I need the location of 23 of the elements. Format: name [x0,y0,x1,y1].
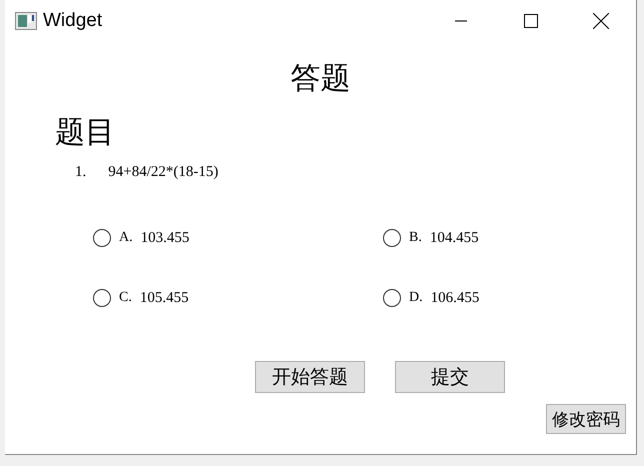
option-value: 105.455 [140,290,189,306]
start-button[interactable]: 开始答题 [255,361,365,393]
radio-button[interactable] [93,289,111,307]
page-heading: 答题 [290,62,350,95]
option-letter: C. [119,290,132,306]
radio-button[interactable] [383,229,401,247]
window-title: Widget [43,10,104,32]
question-number: 1. [75,164,86,181]
option-value: 104.455 [430,230,479,246]
radio-button[interactable] [93,229,111,247]
option-letter: D. [409,290,423,306]
close-icon[interactable] [593,13,609,29]
option-letter: B. [409,230,422,246]
question-text: 94+84/22*(18-15) [108,164,218,181]
radio-button[interactable] [383,289,401,307]
window-app-icon [15,12,37,30]
change-password-button[interactable]: 修改密码 [546,404,626,434]
option-value: 106.455 [430,290,480,306]
option-letter: A. [119,230,133,246]
maximize-icon[interactable] [524,14,538,28]
option-value: 103.455 [140,230,190,246]
section-title: 题目 [55,116,115,149]
submit-button[interactable]: 提交 [395,361,505,393]
